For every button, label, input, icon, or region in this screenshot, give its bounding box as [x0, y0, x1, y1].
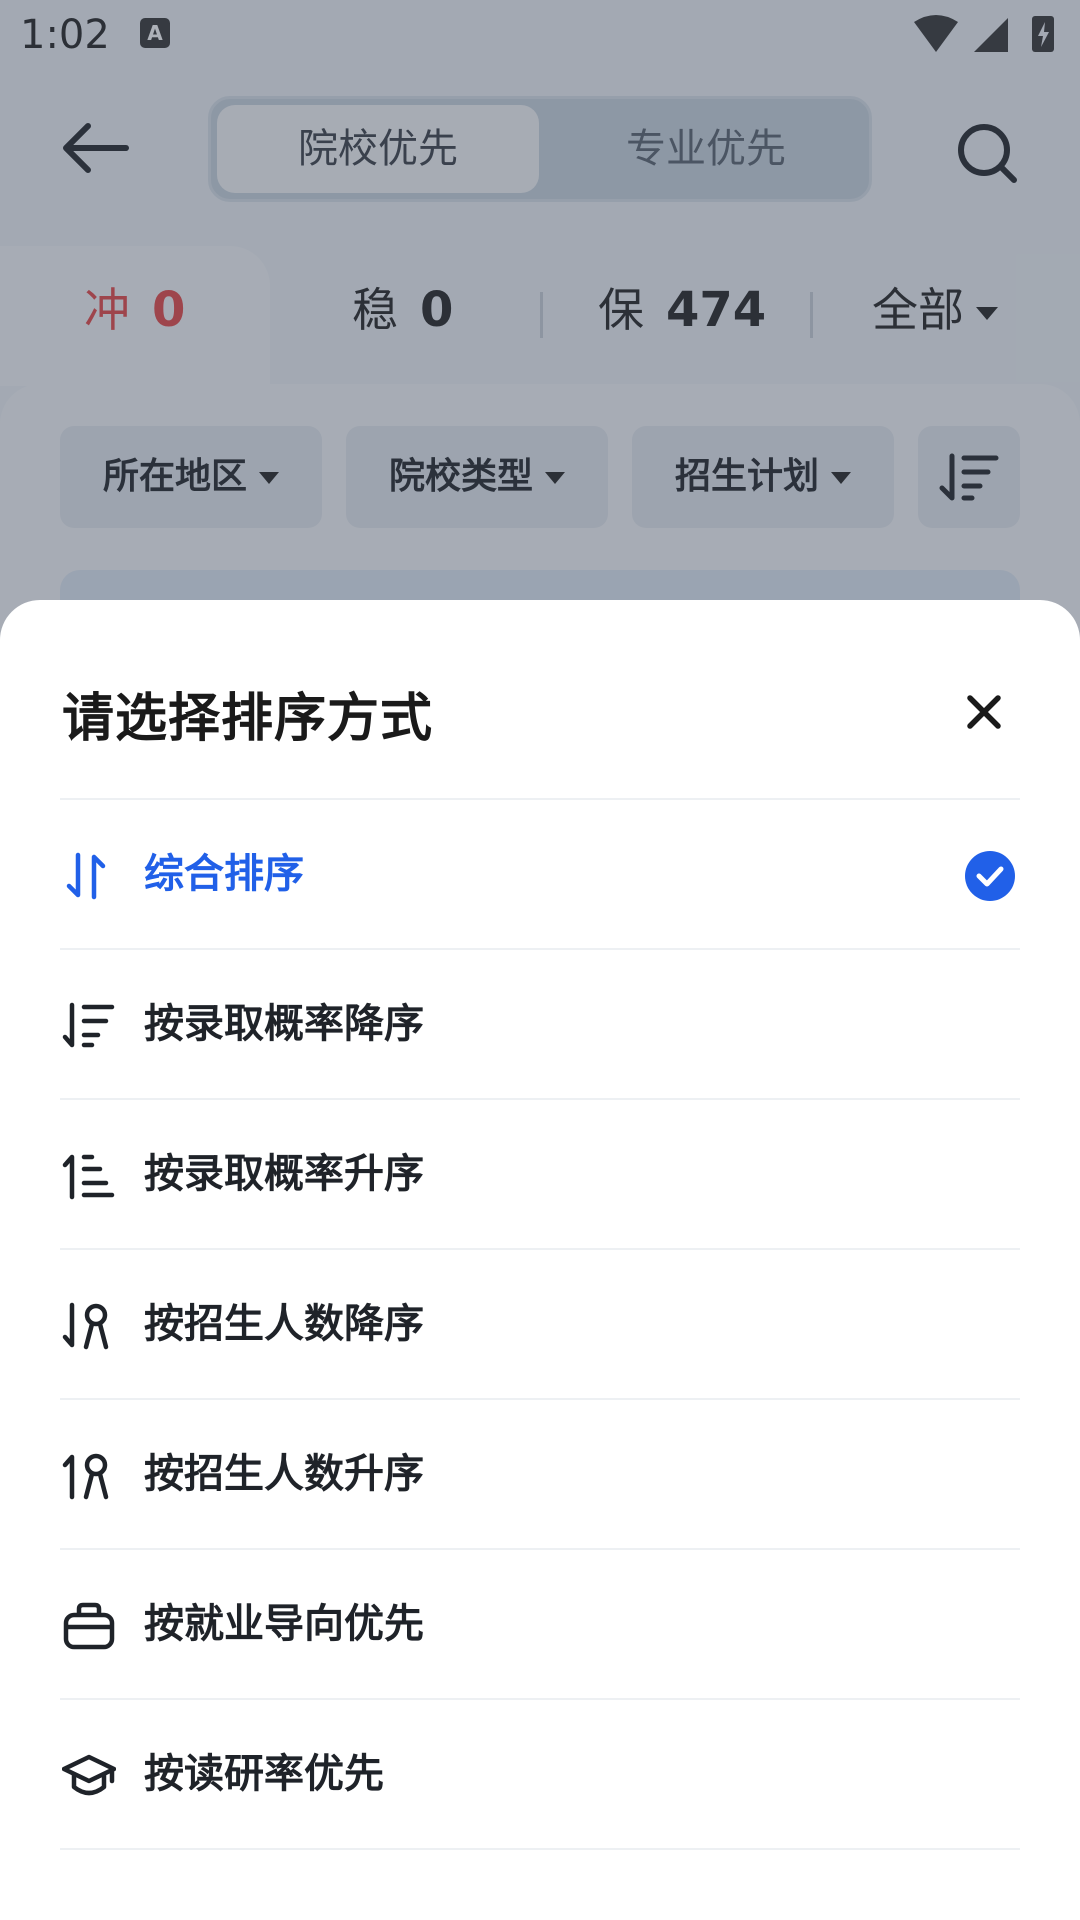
- sort-option-admission-desc[interactable]: 按录取概率降序: [60, 948, 1020, 1098]
- sort-option-graduate-rate[interactable]: 按读研率优先: [60, 1698, 1020, 1848]
- option-label: 按招生人数降序: [144, 1301, 424, 1347]
- briefcase-icon: [63, 1602, 115, 1650]
- sort-option-enrollment-desc[interactable]: 按招生人数降序: [60, 1248, 1020, 1398]
- sort-option-comprehensive[interactable]: 综合排序: [60, 798, 1020, 948]
- people-descending-icon: [62, 1302, 109, 1350]
- option-label: 按录取概率降序: [144, 1001, 424, 1047]
- sort-option-enrollment-asc[interactable]: 按招生人数升序: [60, 1398, 1020, 1548]
- option-label: 按招生人数升序: [144, 1451, 424, 1497]
- option-label: 按录取概率升序: [144, 1151, 424, 1197]
- sort-ascending-icon: [62, 1154, 115, 1200]
- sort-descending-icon: [62, 1002, 115, 1048]
- option-label: 按读研率优先: [144, 1751, 384, 1797]
- sort-option-admission-asc[interactable]: 按录取概率升序: [60, 1098, 1020, 1248]
- sort-options-sheet: 请选择排序方式 综合排序 按录取概率降序 按录取概率升序 按招生人数降序 按招生…: [0, 600, 1080, 1920]
- people-ascending-icon: [62, 1453, 109, 1500]
- option-label: 按就业导向优先: [144, 1601, 424, 1647]
- check-circle-icon: [965, 851, 1015, 901]
- option-label: 综合排序: [144, 851, 304, 897]
- graduation-cap-icon: [62, 1754, 116, 1796]
- sort-option-employment[interactable]: 按就业导向优先: [60, 1548, 1020, 1698]
- divider: [60, 1848, 1020, 1850]
- sheet-title: 请选择排序方式: [62, 689, 434, 749]
- sort-arrows-icon: [66, 852, 106, 900]
- close-icon[interactable]: [958, 686, 1010, 738]
